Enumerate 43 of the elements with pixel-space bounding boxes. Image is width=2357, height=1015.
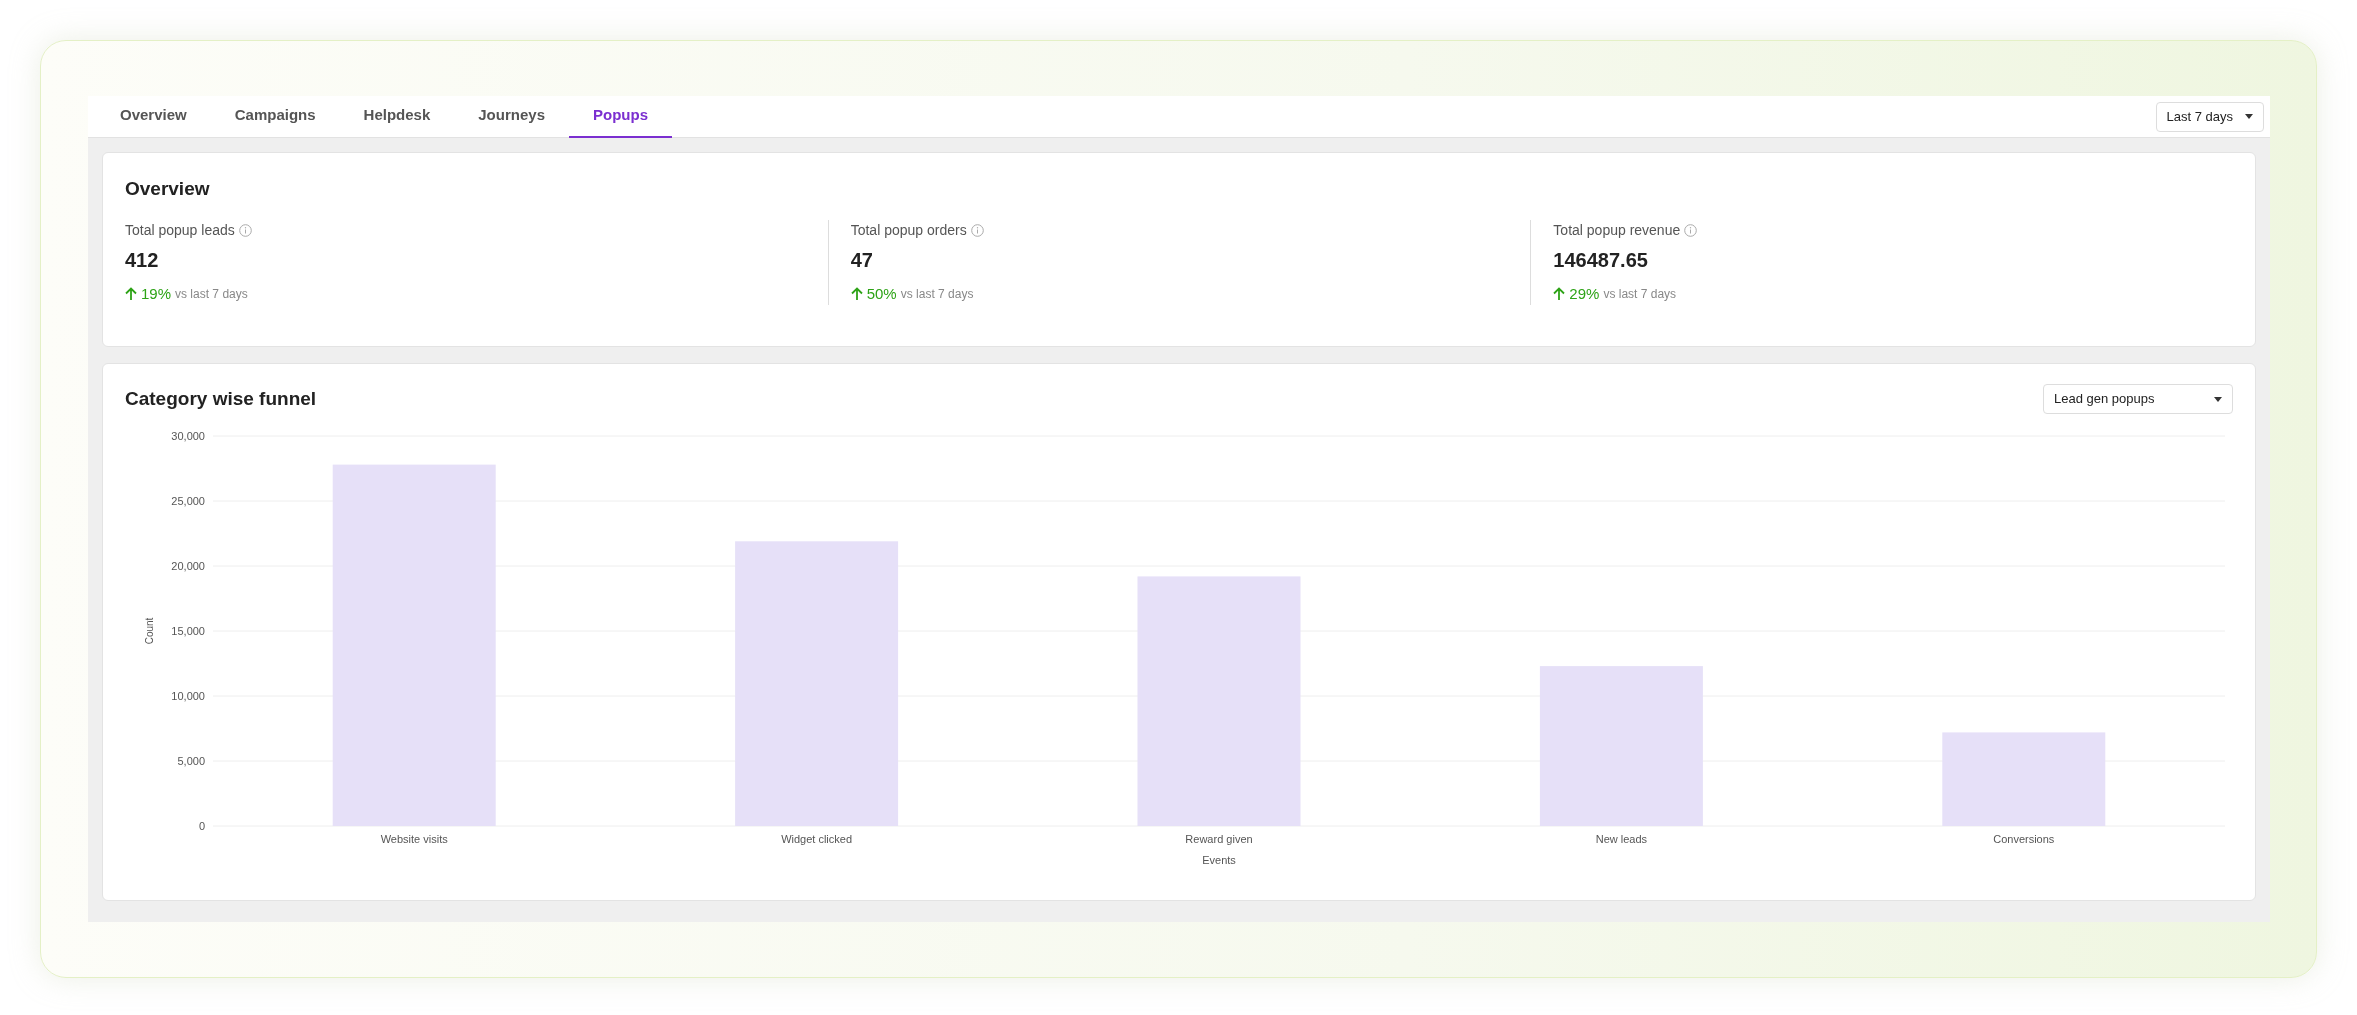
stat-label: Total popup leads	[125, 220, 235, 240]
axis-tick-label: 30,000	[171, 430, 205, 442]
date-range-dropdown[interactable]: Last 7 days	[2155, 101, 2264, 132]
tab[interactable]: Helpdesk	[339, 95, 455, 138]
axis-tick-label: Website visits	[380, 833, 448, 845]
card-title: Overview	[125, 177, 211, 201]
axis-tick-label: 15,000	[171, 625, 205, 637]
stat-value: 412	[125, 247, 160, 273]
axis-tick-label: Conversions	[1993, 833, 2055, 845]
caret-icon	[2245, 114, 2253, 119]
axis-title: Count	[144, 617, 155, 645]
card-title: Category wise funnel	[125, 386, 317, 411]
stat-label: Total popup revenue	[1553, 220, 1681, 240]
axis-tick-label: Widget clicked	[781, 833, 853, 845]
stat-value: 47	[850, 247, 874, 273]
tab[interactable]: Overview	[96, 95, 211, 138]
comparison-text: vs last 7 days	[900, 285, 974, 303]
comparison-text: vs last 7 days	[175, 285, 248, 303]
change-percent: 50%	[866, 283, 897, 304]
axis-tick-label: New leads	[1595, 833, 1648, 845]
tab[interactable]: Popups	[569, 95, 672, 138]
axis-title: Events	[1202, 854, 1236, 866]
axis-tick-label: 5,000	[177, 755, 205, 767]
arrow-up-icon	[125, 286, 137, 301]
comparison-text: vs last 7 days	[1603, 285, 1677, 303]
info-icon[interactable]	[238, 223, 252, 237]
tab[interactable]: Campaigns	[210, 95, 340, 138]
axis-tick-label: 0	[198, 820, 205, 832]
tab[interactable]: Journeys	[454, 95, 569, 138]
stat-value: 146487.65	[1553, 247, 1649, 273]
info-icon[interactable]	[1684, 223, 1698, 237]
arrow-up-icon	[1553, 286, 1566, 301]
change-percent: 19%	[141, 283, 172, 304]
axis-tick-label: 20,000	[171, 560, 205, 572]
arrow-up-icon	[850, 286, 863, 301]
axis-tick-label: 10,000	[171, 690, 205, 702]
axis-tick-label: Reward given	[1185, 833, 1253, 845]
change-percent: 29%	[1569, 283, 1600, 304]
stat-label: Total popup orders	[850, 220, 967, 240]
category-dropdown[interactable]: Lead gen popups	[2043, 384, 2233, 414]
info-icon[interactable]	[970, 223, 984, 237]
caret-icon	[2214, 396, 2222, 402]
axis-tick-label: 25,000	[171, 495, 205, 507]
